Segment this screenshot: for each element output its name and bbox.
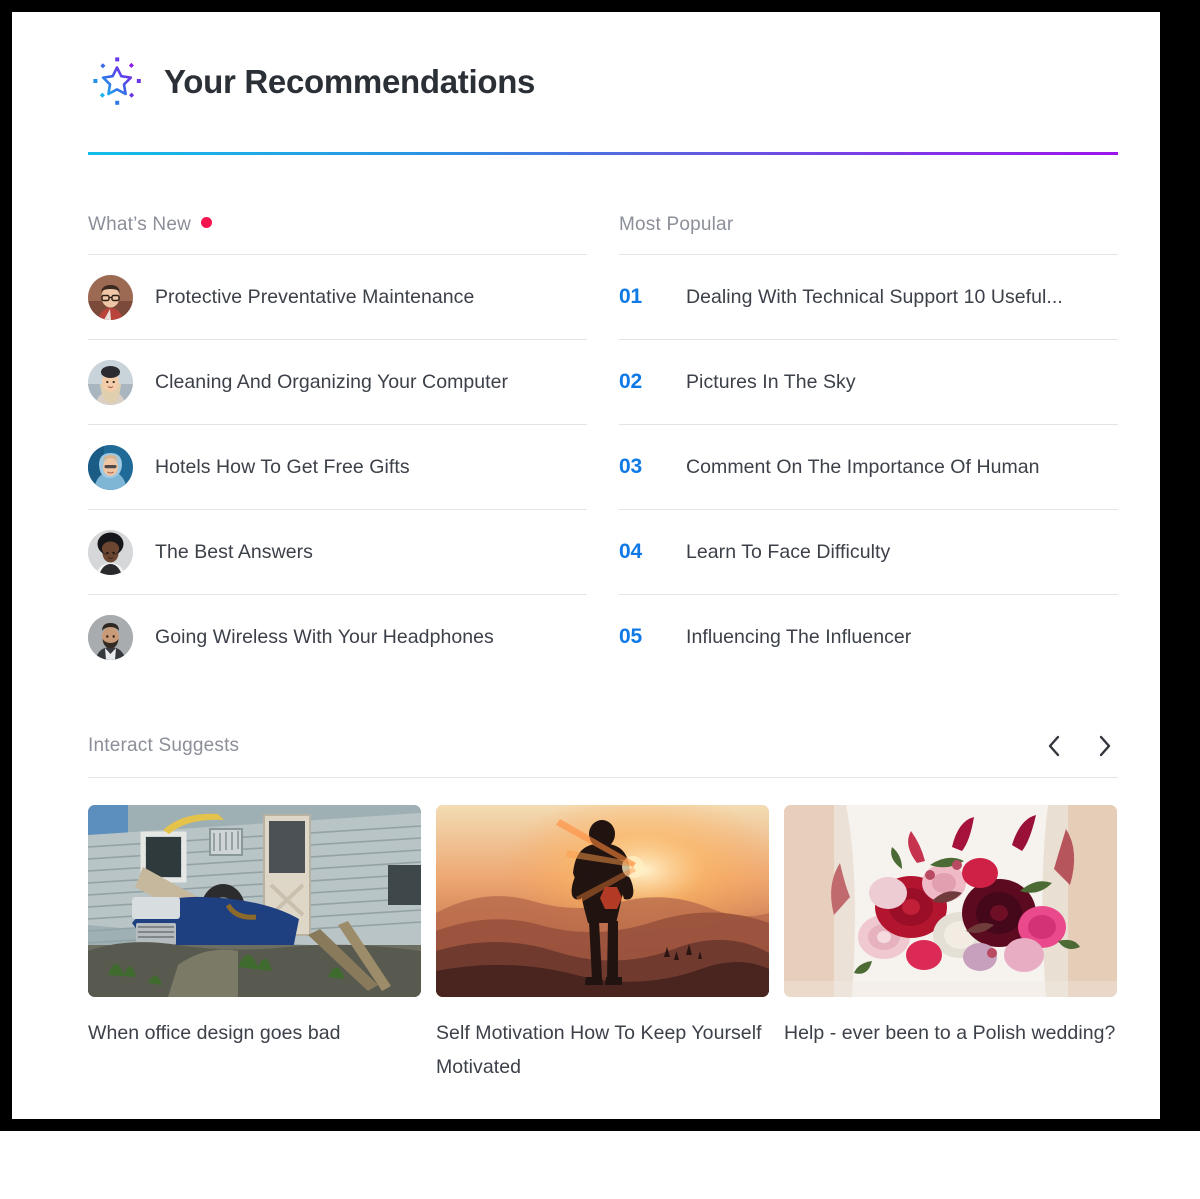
person-silhouette-at-sunset-on-mountain-photo xyxy=(436,805,769,997)
list-item-title: Learn To Face Difficulty xyxy=(686,540,891,563)
list-item-title: The Best Answers xyxy=(155,540,313,563)
list-item[interactable]: The Best Answers xyxy=(88,510,587,595)
whats-new-column: What’s New Protective Preventative Maint… xyxy=(88,214,587,679)
suggestion-card[interactable]: Self Motivation How To Keep Yourself Mot… xyxy=(436,805,769,1084)
list-item-title: Protective Preventative Maintenance xyxy=(155,285,475,308)
carousel-next-button[interactable] xyxy=(1094,733,1116,759)
rank-number: 04 xyxy=(619,540,642,563)
woman-with-beanie-avatar xyxy=(88,359,133,405)
rank-number: 05 xyxy=(619,625,642,648)
rank-number: 02 xyxy=(619,370,642,393)
list-item-title: Dealing With Technical Support 10 Useful… xyxy=(686,285,1063,308)
list-item[interactable]: Cleaning And Organizing Your Computer xyxy=(88,340,587,425)
chevron-left-icon xyxy=(1047,735,1061,757)
list-item[interactable]: Protective Preventative Maintenance xyxy=(88,255,587,340)
woman-in-blue-hoodie-avatar xyxy=(88,444,133,490)
whats-new-heading: What’s New xyxy=(88,214,192,235)
list-item[interactable]: 03 Comment On The Importance Of Human xyxy=(619,425,1118,510)
most-popular-header: Most Popular xyxy=(619,214,1118,254)
carousel-prev-button[interactable] xyxy=(1043,733,1065,759)
card-title: Help - ever been to a Polish wedding? xyxy=(784,1022,1116,1044)
whats-new-header: What’s New xyxy=(88,214,587,254)
new-indicator-dot-icon xyxy=(201,216,213,228)
bridal-bouquet-of-red-and-pink-flowers-photo xyxy=(784,805,1117,997)
card-title: When office design goes bad xyxy=(88,1022,341,1044)
list-item[interactable]: 02 Pictures In The Sky xyxy=(619,340,1118,425)
rank-number: 01 xyxy=(619,285,642,308)
page-frame: Your Recommendations What’s New Protecti… xyxy=(0,0,1200,1131)
recommendations-panel: Your Recommendations What’s New Protecti… xyxy=(12,12,1160,1119)
list-item[interactable]: 05 Influencing The Influencer xyxy=(619,595,1118,679)
chevron-right-icon xyxy=(1098,735,1112,757)
rank-number: 03 xyxy=(619,455,642,478)
whats-new-list: Protective Preventative Maintenance Clea… xyxy=(88,254,587,679)
list-item-title: Pictures In The Sky xyxy=(686,370,856,393)
suggestion-card[interactable]: Help - ever been to a Polish wedding? xyxy=(784,805,1117,1084)
man-with-glasses-avatar xyxy=(88,274,133,320)
lists-row: What’s New Protective Preventative Maint… xyxy=(88,214,1118,679)
list-item-title: Hotels How To Get Free Gifts xyxy=(155,455,410,478)
panel-header: Your Recommendations xyxy=(88,12,1118,110)
most-popular-list: 01 Dealing With Technical Support 10 Use… xyxy=(619,254,1118,679)
suggestion-card[interactable]: When office design goes bad xyxy=(88,805,421,1084)
suggestion-cards: When office design goes bad Self Motivat… xyxy=(88,805,1118,1084)
sparkle-star-icon xyxy=(88,52,146,110)
person-with-afro-avatar xyxy=(88,529,133,575)
list-item-title: Cleaning And Organizing Your Computer xyxy=(155,370,509,393)
page-title: Your Recommendations xyxy=(164,62,536,100)
bearded-man-avatar xyxy=(88,614,133,660)
interact-suggests-header: Interact Suggests xyxy=(88,733,1118,778)
list-item-title: Going Wireless With Your Headphones xyxy=(155,625,494,648)
interact-suggests-heading: Interact Suggests xyxy=(88,735,240,756)
carousel-controls xyxy=(1043,733,1118,759)
list-item[interactable]: 01 Dealing With Technical Support 10 Use… xyxy=(619,255,1118,340)
most-popular-heading: Most Popular xyxy=(619,214,734,235)
collapsed-house-with-overturned-car-photo xyxy=(88,805,421,997)
list-item[interactable]: Hotels How To Get Free Gifts xyxy=(88,425,587,510)
most-popular-column: Most Popular 01 Dealing With Technical S… xyxy=(619,214,1118,679)
list-item-title: Influencing The Influencer xyxy=(686,625,912,648)
list-item-title: Comment On The Importance Of Human xyxy=(686,455,1040,478)
list-item[interactable]: Going Wireless With Your Headphones xyxy=(88,595,587,679)
card-title: Self Motivation How To Keep Yourself Mot… xyxy=(436,1022,762,1078)
header-gradient-divider xyxy=(88,152,1118,155)
list-item[interactable]: 04 Learn To Face Difficulty xyxy=(619,510,1118,595)
